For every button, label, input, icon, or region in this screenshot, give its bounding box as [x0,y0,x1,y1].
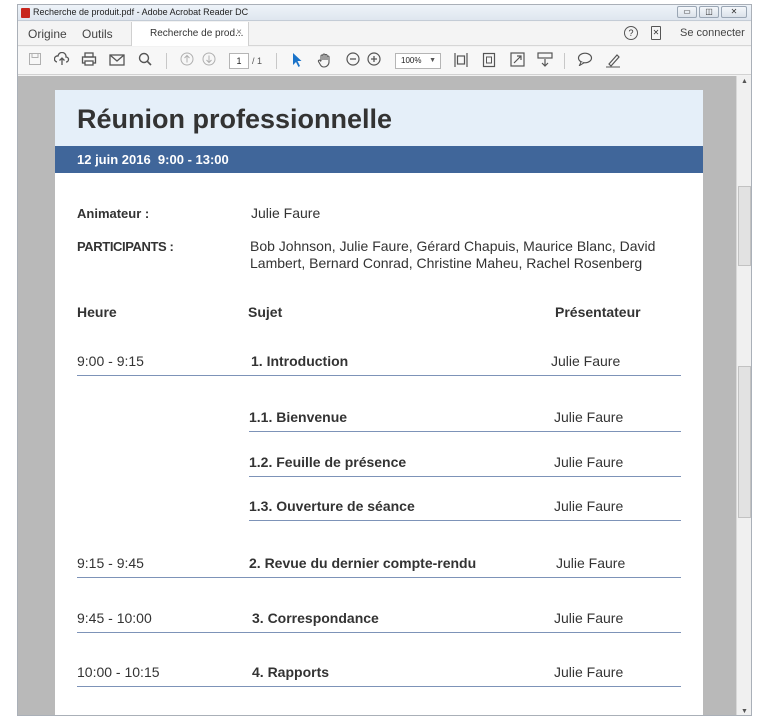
zoom-level-select[interactable]: 100% ▼ [395,53,441,69]
sign-in-link[interactable]: Se connecter [680,27,745,39]
agenda-row: 9:45 - 10:00 3. Correspondance Julie Fau… [55,610,703,640]
full-screen-icon[interactable] [508,52,526,70]
restore-button[interactable]: ◫ [699,6,719,18]
row-divider [249,476,681,477]
toolbar-separator [166,53,167,69]
mobile-link-icon[interactable]: ✕ [651,26,661,40]
row-subject: 3. Correspondance [252,610,379,626]
close-tab-icon[interactable]: × [236,27,242,38]
toolbar: 1 / 1 100% ▼ [18,47,751,75]
agenda-row: 9:15 - 9:45 2. Revue du dernier compte-r… [55,555,703,585]
document-tab-label: Recherche de prod... [150,28,244,39]
agenda-row: 1.1. Bienvenue Julie Faure [55,409,703,439]
zoom-level-value: 100% [401,56,422,65]
document-title: Réunion professionnelle [77,104,393,134]
scrollbar-thumb[interactable] [738,186,751,266]
participants-label: PARTICIPANTS : [77,239,174,254]
select-pointer-icon[interactable] [288,52,306,70]
participants-list: Bob Johnson, Julie Faure, Gérard Chapuis… [250,238,656,271]
agenda-row: 10:00 - 10:15 4. Rapports Julie Faure [55,664,703,694]
toolbar-separator [564,53,565,69]
row-time: 9:45 - 10:00 [77,610,152,626]
acrobat-app-icon [21,8,30,18]
row-divider [77,375,681,376]
row-subject: 4. Rapports [252,664,330,680]
scrollbar-thumb[interactable] [738,366,751,518]
meeting-date: 12 juin 2016 9:00 - 13:00 [77,152,229,167]
page-number-input[interactable]: 1 [229,53,249,69]
column-header-presenter: Présentateur [555,304,641,320]
close-button[interactable]: ✕ [721,6,747,18]
document-viewport[interactable]: Réunion professionnelle 12 juin 2016 9:0… [18,76,736,715]
row-divider [77,577,681,578]
fit-page-icon[interactable] [480,52,498,70]
agenda-row: 9:00 - 9:15 1. Introduction Julie Faure [55,353,703,383]
scroll-down-icon[interactable]: ▼ [741,708,748,715]
search-icon[interactable] [136,52,154,70]
help-icon[interactable]: ? [624,26,638,40]
toolbar-separator [276,53,277,69]
scroll-up-icon[interactable]: ▲ [741,78,748,85]
row-divider [249,520,681,521]
row-presenter: Julie Faure [554,610,624,626]
comment-icon[interactable] [576,52,594,70]
date-bar: 12 juin 2016 9:00 - 13:00 [55,146,703,173]
row-divider [77,686,681,687]
row-divider [249,431,681,432]
save-icon[interactable] [26,52,44,70]
window-controls: ▭ ◫ ✕ [677,6,747,18]
document-tab[interactable]: Recherche de prod... × [131,22,249,46]
read-mode-icon[interactable] [536,52,554,70]
cloud-upload-icon[interactable] [53,51,71,70]
vertical-scrollbar[interactable]: ▲ ▼ [736,76,751,715]
email-icon[interactable] [108,52,126,70]
row-time: 10:00 - 10:15 [77,664,160,680]
facilitator-label: Animateur : [77,206,150,221]
pdf-page: Réunion professionnelle 12 juin 2016 9:0… [55,90,703,715]
window-title: Recherche de produit.pdf - Adobe Acrobat… [33,7,249,17]
row-presenter: Julie Faure [554,454,624,470]
row-time: 9:00 - 9:15 [77,353,144,369]
row-subject: 1.2. Feuille de présence [249,454,407,470]
menu-tools[interactable]: Outils [82,27,113,41]
title-bar: Recherche de produit.pdf - Adobe Acrobat… [18,5,751,21]
next-page-icon[interactable] [200,52,218,70]
sign-icon[interactable] [604,52,622,70]
column-header-subject: Sujet [248,304,283,320]
row-presenter: Julie Faure [554,498,624,514]
print-icon[interactable] [80,52,98,70]
row-presenter: Julie Faure [556,555,626,571]
fit-width-icon[interactable] [452,52,470,70]
row-time: 9:15 - 9:45 [77,555,144,571]
row-presenter: Julie Faure [554,409,624,425]
prev-page-icon[interactable] [178,52,196,70]
hand-icon[interactable] [316,52,334,70]
page-total: / 1 [252,56,263,66]
minimize-button[interactable]: ▭ [677,6,697,18]
facilitator-name: Julie Faure [251,205,321,221]
row-subject: 2. Revue du dernier compte-rendu [249,555,477,571]
column-header-time: Heure [77,304,117,320]
row-presenter: Julie Faure [551,353,621,369]
acrobat-window: Recherche de produit.pdf - Adobe Acrobat… [17,4,752,716]
row-subject: 1.3. Ouverture de séance [249,498,415,514]
page-header: Réunion professionnelle [55,90,703,146]
zoom-out-icon[interactable] [344,52,362,70]
row-presenter: Julie Faure [554,664,624,680]
agenda-row: 1.3. Ouverture de séance Julie Faure [55,498,703,528]
agenda-row: 1.2. Feuille de présence Julie Faure [55,454,703,484]
zoom-in-icon[interactable] [365,52,383,70]
menu-bar: Origine Outils Recherche de prod... × ? … [18,22,751,46]
row-subject: 1.1. Bienvenue [249,409,348,425]
menu-home[interactable]: Origine [28,27,67,41]
chevron-down-icon: ▼ [429,57,436,64]
row-divider [77,632,681,633]
row-subject: 1. Introduction [251,353,349,369]
